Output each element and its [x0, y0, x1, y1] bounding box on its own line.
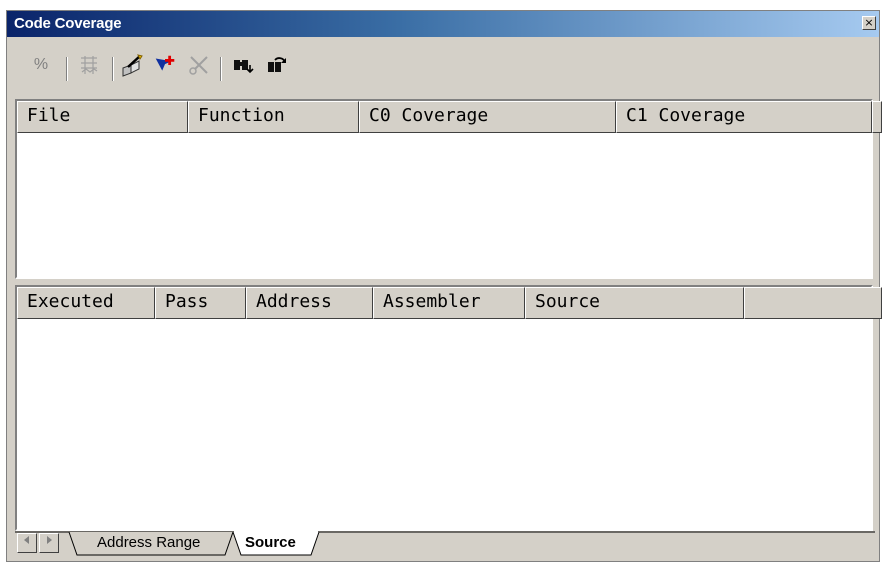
column-header-function[interactable]: Function — [188, 101, 359, 133]
column-header-filler — [744, 287, 882, 319]
binoculars-icon — [234, 60, 254, 74]
range-button[interactable] — [76, 51, 102, 79]
toolbar: % — [10, 45, 876, 95]
toolbar-separator — [66, 57, 68, 81]
add-arrow-icon — [155, 55, 175, 71]
tab-address-range[interactable]: Address Range — [97, 534, 200, 551]
column-header-c1-coverage[interactable]: C1 Coverage — [616, 101, 872, 133]
add-range-button[interactable] — [152, 51, 178, 79]
tab-source[interactable]: Source — [245, 534, 296, 551]
refresh-button[interactable] — [264, 51, 290, 79]
tab-bar: Address Range Source — [15, 531, 875, 557]
column-header-c0-coverage[interactable]: C0 Coverage — [359, 101, 616, 133]
column-header-file[interactable]: File — [17, 101, 188, 133]
column-header-assembler[interactable]: Assembler — [373, 287, 525, 319]
close-button[interactable]: × — [862, 16, 876, 30]
setup-button[interactable] — [120, 51, 146, 79]
percent-icon: % — [33, 56, 49, 73]
percent-button[interactable]: % — [28, 51, 54, 79]
toolbar-separator — [112, 57, 114, 81]
column-header-source[interactable]: Source — [525, 287, 744, 319]
column-header-address[interactable]: Address — [246, 287, 373, 319]
source-coverage-table[interactable]: Executed Pass Address Assembler Source — [15, 285, 882, 531]
column-header-executed[interactable]: Executed — [17, 287, 155, 319]
toolbar-separator — [220, 57, 222, 81]
column-header-filler — [872, 101, 882, 133]
column-header-pass[interactable]: Pass — [155, 287, 246, 319]
code-coverage-window: Code Coverage × % File Function C0 Cover… — [6, 10, 882, 562]
remove-icon — [189, 56, 208, 75]
window-title: Code Coverage — [14, 15, 122, 32]
grid-icon — [81, 56, 98, 74]
wand-icon — [122, 54, 143, 77]
refresh-icon — [268, 57, 286, 72]
title-bar[interactable]: Code Coverage × — [7, 11, 879, 37]
find-button[interactable] — [230, 51, 256, 79]
remove-range-button[interactable] — [186, 51, 212, 79]
file-coverage-table[interactable]: File Function C0 Coverage C1 Coverage — [15, 99, 882, 279]
